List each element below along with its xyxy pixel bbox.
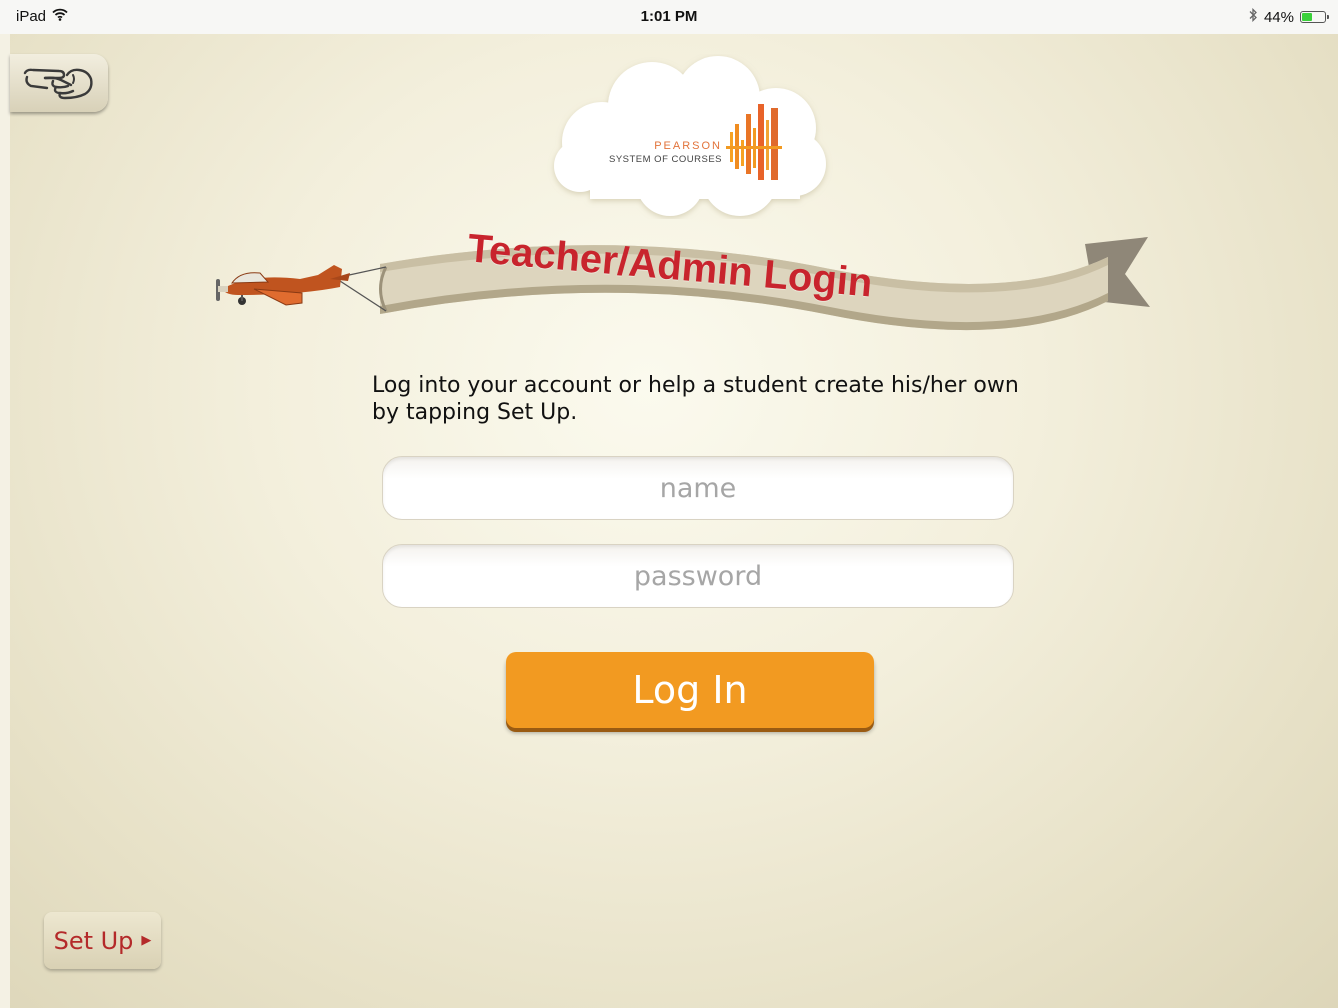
pearson-logo: PEARSON SYSTEM OF COURSES <box>540 54 840 219</box>
password-input[interactable] <box>382 544 1014 608</box>
status-right: 44% <box>1248 7 1329 26</box>
battery-level <box>1302 13 1312 21</box>
battery-icon <box>1300 11 1329 23</box>
cloud-shape <box>554 56 826 216</box>
airplane-icon <box>216 265 350 306</box>
login-button[interactable]: Log In <box>506 652 874 728</box>
login-screen: PEARSON SYSTEM OF COURSES Teacher/Admin … <box>10 34 1338 1008</box>
login-button-label: Log In <box>632 668 748 712</box>
setup-button-label: Set Up <box>53 926 134 955</box>
menu-button[interactable] <box>10 54 108 112</box>
status-bar: iPad 1:01 PM 44% <box>0 0 1338 34</box>
bluetooth-icon <box>1248 7 1258 26</box>
play-arrow-icon: ▶ <box>141 933 152 948</box>
pointing-hand-icon <box>23 61 95 105</box>
instructions-text: Log into your account or help a student … <box>372 373 1019 425</box>
setup-button[interactable]: Set Up ▶ <box>44 912 161 969</box>
status-time: 1:01 PM <box>640 8 698 25</box>
logo-product: SYSTEM OF COURSES <box>608 154 722 165</box>
battery-percent: 44% <box>1263 8 1294 26</box>
logo-text: PEARSON SYSTEM OF COURSES <box>609 140 722 166</box>
logo-brand: PEARSON <box>654 140 722 152</box>
name-input[interactable] <box>382 456 1014 520</box>
